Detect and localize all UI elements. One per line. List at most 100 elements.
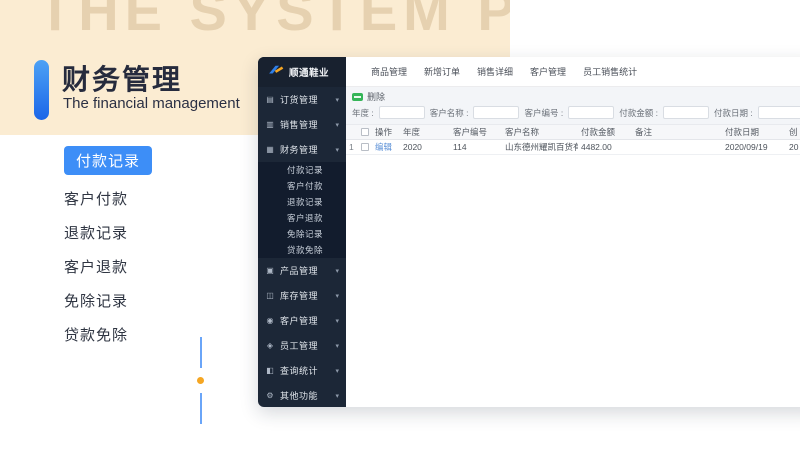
filter-input-customer-no[interactable] bbox=[568, 106, 614, 119]
filter-label-year: 年度 : bbox=[352, 107, 374, 119]
topnav-item-sales-detail[interactable]: 销售详细 bbox=[477, 65, 513, 78]
submenu-item-customer-refund[interactable]: 客户退款 bbox=[258, 210, 346, 226]
document-icon: ▤ bbox=[265, 95, 275, 104]
sidebar-item-label: 客户管理 bbox=[280, 314, 330, 327]
sidebar-item-label: 销售管理 bbox=[280, 118, 330, 131]
intro-menu-item-exemption-records: 免除记录 bbox=[64, 290, 152, 311]
cell-payment-date: 2020/09/19 bbox=[722, 142, 786, 152]
intro-menu-item-payment-records[interactable]: 付款记录 bbox=[64, 146, 152, 175]
sidebar-submenu-finance: 付款记录 客户付款 退款记录 客户退款 免除记录 贷款免除 bbox=[258, 162, 346, 258]
table-header-row: 操作 年度 客户编号 客户名称 付款金额 备注 付款日期 创 bbox=[346, 125, 800, 140]
filter-label-customer-no: 客户编号 : bbox=[524, 107, 563, 119]
chevron-down-icon: ▾ bbox=[335, 96, 339, 104]
sidebar-item-other-functions[interactable]: ⚙ 其他功能 ▾ bbox=[258, 383, 346, 407]
decorative-line-bottom bbox=[200, 393, 202, 424]
intro-menu: 付款记录 客户付款 退款记录 客户退款 免除记录 贷款免除 bbox=[64, 146, 152, 345]
delete-button-label: 删除 bbox=[367, 90, 385, 103]
sidebar-item-label: 订货管理 bbox=[280, 93, 330, 106]
chevron-down-icon: ▾ bbox=[335, 392, 339, 400]
sidebar-item-finance-management[interactable]: ▦ 财务管理 ▾ bbox=[258, 137, 346, 162]
header-clipped-column: 创 bbox=[786, 126, 800, 138]
records-table: 操作 年度 客户编号 客户名称 付款金额 备注 付款日期 创 1 编辑 2020… bbox=[346, 125, 800, 155]
row-checkbox[interactable] bbox=[361, 143, 369, 151]
filter-label-payment-amount: 付款金额 : bbox=[619, 107, 658, 119]
filter-label-customer-name: 客户名称 : bbox=[430, 107, 469, 119]
filter-input-customer-name[interactable] bbox=[473, 106, 519, 119]
page-title: 财务管理 bbox=[62, 58, 182, 98]
cell-customer-name: 山东德州耀凯百货有限公 bbox=[502, 141, 578, 153]
edit-link[interactable]: 编辑 bbox=[372, 141, 400, 153]
submenu-item-payment-records[interactable]: 付款记录 bbox=[258, 162, 346, 178]
cell-customer-no: 114 bbox=[450, 142, 502, 152]
stats-icon: ◧ bbox=[265, 366, 275, 375]
cell-clipped-column: 20 bbox=[786, 142, 800, 152]
topnav-item-product-management[interactable]: 商品管理 bbox=[371, 65, 407, 78]
header-action: 操作 bbox=[372, 126, 400, 138]
filter-row: 年度 : 客户名称 : 客户编号 : 付款金额 : 付款日期 : 备注 : bbox=[352, 106, 800, 119]
app-logo[interactable]: 顺通鞋业 bbox=[258, 57, 346, 87]
submenu-item-loan-exemption[interactable]: 贷款免除 bbox=[258, 242, 346, 258]
sidebar-item-label: 库存管理 bbox=[280, 289, 330, 302]
finance-icon: ▦ bbox=[265, 145, 275, 154]
sidebar-item-staff-management[interactable]: ◈ 员工管理 ▾ bbox=[258, 333, 346, 358]
app-window: 顺通鞋业 ▤ 订货管理 ▾ ▥ 销售管理 ▾ ▦ 财务管理 ▾ 付款记录 客户付… bbox=[258, 57, 800, 407]
sidebar-item-order-management[interactable]: ▤ 订货管理 ▾ bbox=[258, 87, 346, 112]
submenu-item-refund-records[interactable]: 退款记录 bbox=[258, 194, 346, 210]
sidebar-item-label: 产品管理 bbox=[280, 264, 330, 277]
topnav-item-new-order[interactable]: 新增订单 bbox=[424, 65, 460, 78]
filter-label-payment-date: 付款日期 : bbox=[714, 107, 753, 119]
logo-icon bbox=[267, 63, 284, 81]
chevron-down-icon: ▾ bbox=[335, 121, 339, 129]
chevron-down-icon: ▾ bbox=[335, 146, 339, 154]
chevron-down-icon: ▾ bbox=[335, 317, 339, 325]
submenu-item-customer-payment[interactable]: 客户付款 bbox=[258, 178, 346, 194]
delete-icon bbox=[352, 93, 363, 101]
row-index: 1 bbox=[346, 142, 358, 152]
sidebar-item-product-management[interactable]: ▣ 产品管理 ▾ bbox=[258, 258, 346, 283]
decorative-line-top bbox=[200, 337, 202, 368]
sidebar-item-label: 查询统计 bbox=[280, 364, 330, 377]
page: THE SYSTEM PAGE 财务管理 The financial manag… bbox=[0, 0, 800, 450]
sidebar-item-label: 其他功能 bbox=[280, 389, 330, 402]
intro-menu-item-customer-refund: 客户退款 bbox=[64, 256, 152, 277]
app-topnav: 商品管理 新增订单 销售详细 客户管理 员工销售统计 bbox=[346, 57, 800, 87]
topnav-item-staff-sales-statistics[interactable]: 员工销售统计 bbox=[583, 65, 637, 78]
header-year: 年度 bbox=[400, 126, 450, 138]
sidebar-item-customer-management[interactable]: ◉ 客户管理 ▾ bbox=[258, 308, 346, 333]
header-note: 备注 bbox=[632, 126, 722, 138]
select-all-checkbox[interactable] bbox=[361, 128, 369, 136]
chevron-down-icon: ▾ bbox=[335, 342, 339, 350]
app-sidebar: 顺通鞋业 ▤ 订货管理 ▾ ▥ 销售管理 ▾ ▦ 财务管理 ▾ 付款记录 客户付… bbox=[258, 57, 346, 407]
sales-list-icon: ▥ bbox=[265, 120, 275, 129]
decorative-dot bbox=[197, 377, 204, 384]
topnav-item-customer-management[interactable]: 客户管理 bbox=[530, 65, 566, 78]
inventory-icon: ◫ bbox=[265, 291, 275, 300]
chevron-down-icon: ▾ bbox=[335, 367, 339, 375]
header-payment-amount: 付款金额 bbox=[578, 126, 632, 138]
gear-icon: ⚙ bbox=[265, 391, 275, 400]
intro-menu-item-customer-payment: 客户付款 bbox=[64, 188, 152, 209]
sidebar-item-label: 员工管理 bbox=[280, 339, 330, 352]
header-customer-no: 客户编号 bbox=[450, 126, 502, 138]
header-customer-name: 客户名称 bbox=[502, 126, 578, 138]
accent-pill bbox=[34, 60, 49, 120]
sidebar-item-inventory-management[interactable]: ◫ 库存管理 ▾ bbox=[258, 283, 346, 308]
sidebar-item-query-statistics[interactable]: ◧ 查询统计 ▾ bbox=[258, 358, 346, 383]
cell-year: 2020 bbox=[400, 142, 450, 152]
intro-menu-item-refund-records: 退款记录 bbox=[64, 222, 152, 243]
banner-title: THE SYSTEM PAGE bbox=[38, 0, 510, 43]
customer-icon: ◉ bbox=[265, 316, 275, 325]
delete-button[interactable]: 删除 bbox=[352, 90, 385, 103]
app-main: 商品管理 新增订单 销售详细 客户管理 员工销售统计 删除 年度 : 客户名称 … bbox=[346, 57, 800, 407]
submenu-item-exemption-records[interactable]: 免除记录 bbox=[258, 226, 346, 242]
filter-input-year[interactable] bbox=[379, 106, 425, 119]
table-row: 1 编辑 2020 114 山东德州耀凯百货有限公 4482.00 2020/0… bbox=[346, 140, 800, 155]
filter-input-payment-amount[interactable] bbox=[663, 106, 709, 119]
app-logo-text: 顺通鞋业 bbox=[289, 65, 329, 79]
sidebar-item-sales-management[interactable]: ▥ 销售管理 ▾ bbox=[258, 112, 346, 137]
intro-menu-item-loan-exemption: 贷款免除 bbox=[64, 324, 152, 345]
toolbar: 删除 年度 : 客户名称 : 客户编号 : 付款金额 : 付款日期 : 备注 : bbox=[346, 87, 800, 125]
chevron-down-icon: ▾ bbox=[335, 292, 339, 300]
filter-input-payment-date[interactable] bbox=[758, 106, 800, 119]
staff-icon: ◈ bbox=[265, 341, 275, 350]
